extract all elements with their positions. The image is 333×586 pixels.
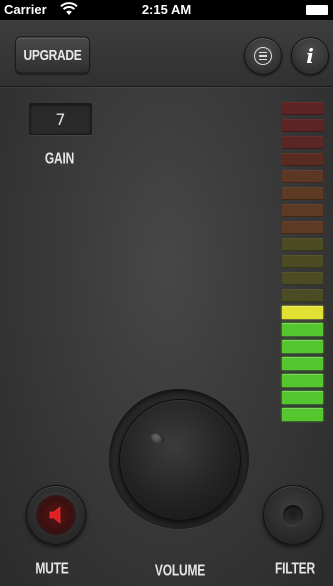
mute-button-face <box>36 495 76 535</box>
level-meter-segment <box>282 153 323 166</box>
menu-button[interactable] <box>244 37 282 75</box>
filter-button[interactable] <box>263 485 323 545</box>
speaker-icon <box>49 506 61 524</box>
filter-icon <box>283 505 303 525</box>
level-meter-segment <box>282 102 323 115</box>
info-button[interactable]: i <box>291 37 329 75</box>
level-meter-segment <box>282 340 323 353</box>
menu-icon <box>254 47 272 65</box>
upgrade-button[interactable]: UPGRADE <box>15 36 90 74</box>
level-meter <box>282 102 323 425</box>
level-meter-segment <box>282 136 323 149</box>
gain-label: GAIN <box>44 149 75 168</box>
filter-label: FILTER <box>275 559 315 578</box>
level-meter-segment <box>282 221 323 234</box>
level-meter-segment <box>282 357 323 370</box>
level-meter-segment <box>282 408 323 421</box>
level-meter-segment <box>282 255 323 268</box>
level-meter-segment <box>282 238 323 251</box>
level-meter-segment <box>282 323 323 336</box>
level-meter-segment <box>282 170 323 183</box>
mute-button[interactable] <box>26 485 86 545</box>
info-icon: i <box>306 44 314 68</box>
level-meter-segment <box>282 374 323 387</box>
level-meter-segment <box>282 272 323 285</box>
status-bar: Carrier 2:15 AM <box>0 0 333 20</box>
battery-icon <box>306 5 328 15</box>
top-toolbar: UPGRADE i <box>0 20 333 87</box>
volume-label: VOLUME <box>154 561 206 580</box>
mute-label: MUTE <box>35 559 69 578</box>
level-meter-segment <box>282 204 323 217</box>
level-meter-segment <box>282 289 323 302</box>
level-meter-segment <box>282 306 323 319</box>
level-meter-segment <box>282 119 323 132</box>
level-meter-segment <box>282 187 323 200</box>
volume-knob[interactable] <box>119 399 241 521</box>
gain-value-display[interactable]: 7 <box>29 103 92 135</box>
status-time: 2:15 AM <box>141 2 192 17</box>
app-screen: Carrier 2:15 AM UPGRADE i 7 GAIN VOLUME <box>0 0 333 586</box>
level-meter-segment <box>282 391 323 404</box>
